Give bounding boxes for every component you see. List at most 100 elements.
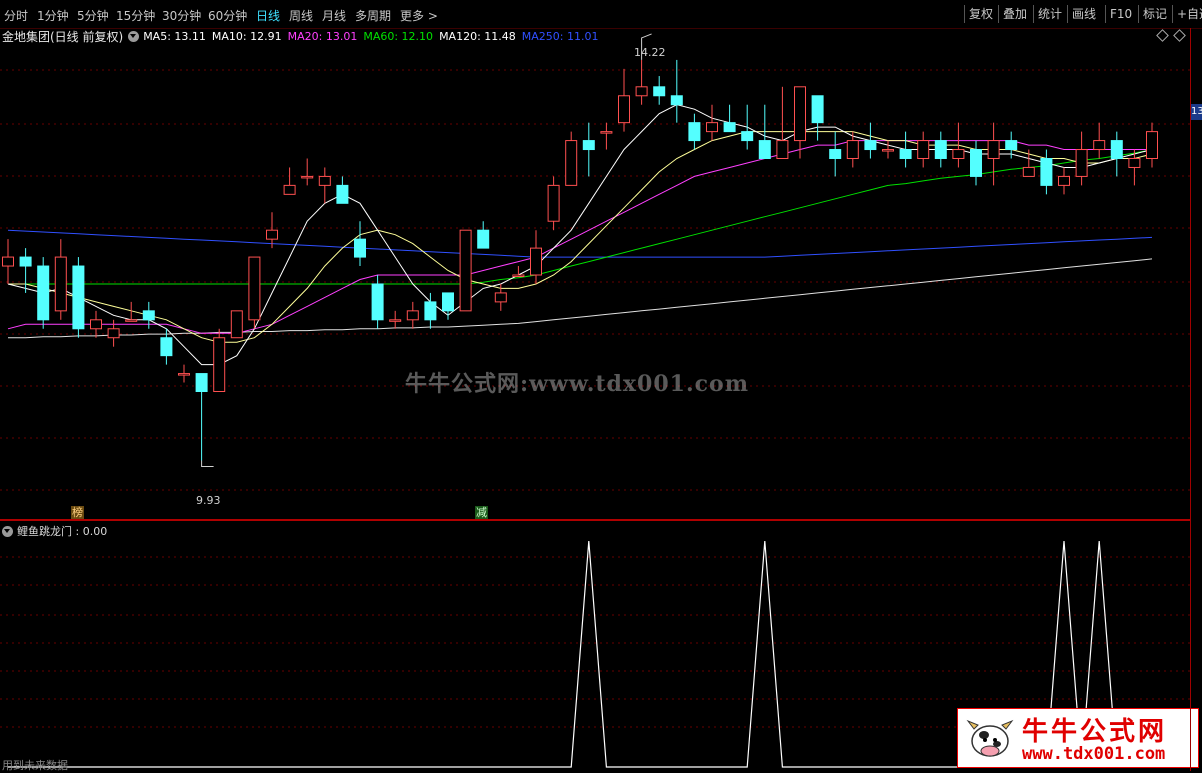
- signal-badge-rank: 榜: [71, 506, 84, 519]
- settings-circle-icon[interactable]: [128, 30, 140, 42]
- candle: [283, 167, 296, 195]
- tab-1min[interactable]: 1分钟: [37, 7, 69, 24]
- tab-5min[interactable]: 5分钟: [77, 7, 109, 24]
- chevron-right-icon: >: [424, 9, 438, 23]
- candle: [2, 239, 14, 284]
- candle: [19, 248, 32, 293]
- logo-title: 牛牛公式网: [1022, 717, 1168, 747]
- candle: [653, 76, 666, 105]
- price-axis: [1190, 28, 1202, 771]
- settings-circle-icon[interactable]: [2, 525, 13, 537]
- tab-multi-period[interactable]: 多周期: [355, 7, 391, 24]
- candle: [354, 221, 366, 267]
- candle: [864, 122, 877, 159]
- candle: [477, 221, 490, 249]
- candle: [1110, 131, 1123, 177]
- add-watchlist-button[interactable]: +自选: [1172, 5, 1202, 23]
- tab-timeshare[interactable]: 分时: [4, 7, 28, 24]
- candle: [1040, 149, 1053, 195]
- indicator-title: 鲤鱼跳龙门 : 0.00: [17, 525, 108, 538]
- candle: [336, 176, 349, 204]
- candle: [934, 131, 947, 168]
- candle: [37, 257, 50, 329]
- candle: [213, 328, 226, 393]
- tab-monthly[interactable]: 月线: [322, 7, 346, 24]
- f10-button[interactable]: F10: [1105, 5, 1136, 23]
- candle: [670, 59, 683, 123]
- tab-more[interactable]: 更多 >: [400, 7, 438, 24]
- candle: [195, 373, 208, 461]
- candle: [811, 95, 824, 141]
- moving-average-lines: [7, 104, 1153, 366]
- candle: [899, 131, 912, 168]
- tab-more-label: 更多: [400, 9, 425, 23]
- cow-mascot-icon: [966, 719, 1014, 757]
- stock-title: 金地集团(日线 前复权): [2, 29, 124, 44]
- candle: [406, 301, 419, 329]
- candlesticks: [2, 59, 1158, 461]
- site-logo: 牛牛公式网 www.tdx001.com: [957, 708, 1199, 768]
- candle: [90, 310, 102, 338]
- candle: [178, 364, 190, 383]
- ma20-label: MA20: 13.01: [287, 29, 358, 43]
- candle: [794, 86, 806, 159]
- indicator-panel[interactable]: 鲤鱼跳龙门 : 0.00 用到未来数据 牛牛公式网 www.tdx001.com: [0, 521, 1199, 772]
- candle: [512, 266, 525, 277]
- price-chart-panel[interactable]: 金地集团(日线 前复权) MA5: 13.11 MA10: 12.91 MA20…: [0, 28, 1190, 520]
- candle: [635, 59, 648, 105]
- candle: [318, 167, 331, 204]
- ma60-label: MA60: 12.10: [363, 29, 434, 43]
- tab-daily[interactable]: 日线: [256, 7, 280, 24]
- mark-button[interactable]: 标记: [1138, 5, 1171, 23]
- ma120-label: MA120: 11.48: [439, 29, 516, 43]
- candle: [706, 104, 718, 141]
- price-markers: [201, 33, 652, 468]
- tab-30min[interactable]: 30分钟: [162, 7, 201, 24]
- candle: [688, 113, 701, 150]
- candle: [1022, 149, 1035, 177]
- low-price-label: 9.93: [196, 494, 221, 507]
- ma250-label: MA250: 11.01: [521, 29, 599, 43]
- candle: [301, 158, 314, 186]
- candle: [266, 212, 278, 249]
- indicator-header: 鲤鱼跳龙门 : 0.00: [2, 523, 107, 539]
- candle: [1146, 122, 1158, 168]
- candle: [970, 140, 982, 186]
- tab-15min[interactable]: 15分钟: [116, 7, 155, 24]
- candle: [371, 275, 384, 329]
- period-toolbar: 分时 1分钟 5分钟 15分钟 30分钟 60分钟 日线 周线 月线 多周期 更…: [0, 0, 1202, 29]
- candle: [882, 140, 894, 159]
- candle: [582, 122, 595, 177]
- candle: [248, 256, 261, 329]
- candle: [917, 131, 930, 168]
- statistics-button[interactable]: 统计: [1033, 5, 1066, 23]
- tab-60min[interactable]: 60分钟: [208, 7, 247, 24]
- price-chart: [0, 33, 1190, 491]
- overlay-button[interactable]: 叠加: [998, 5, 1031, 23]
- candle: [547, 176, 560, 231]
- candle: [72, 257, 85, 338]
- candle: [1058, 167, 1070, 195]
- signal-badge-reduce: 减: [475, 506, 488, 519]
- candle: [1093, 122, 1106, 159]
- candle: [442, 292, 454, 320]
- candle: [600, 122, 613, 150]
- indicator-grid: [0, 556, 1190, 728]
- watermark-text: 牛牛公式网:www.tdx001.com: [405, 371, 749, 397]
- tab-weekly[interactable]: 周线: [289, 7, 313, 24]
- candle: [230, 310, 243, 339]
- candle: [741, 104, 754, 150]
- high-price-label: 14.22: [634, 46, 666, 59]
- ma10-label: MA10: 12.91: [211, 29, 282, 43]
- restore-rights-button[interactable]: 复权: [964, 5, 997, 23]
- candle: [1075, 131, 1088, 186]
- candle: [54, 239, 67, 320]
- candle: [389, 310, 402, 329]
- low-marker: [201, 460, 214, 468]
- draw-line-button[interactable]: 画线: [1067, 5, 1100, 23]
- candle: [829, 131, 842, 177]
- candle: [776, 86, 789, 159]
- candle: [459, 229, 472, 312]
- current-price-tag: 13: [1191, 104, 1202, 120]
- candle: [618, 68, 630, 132]
